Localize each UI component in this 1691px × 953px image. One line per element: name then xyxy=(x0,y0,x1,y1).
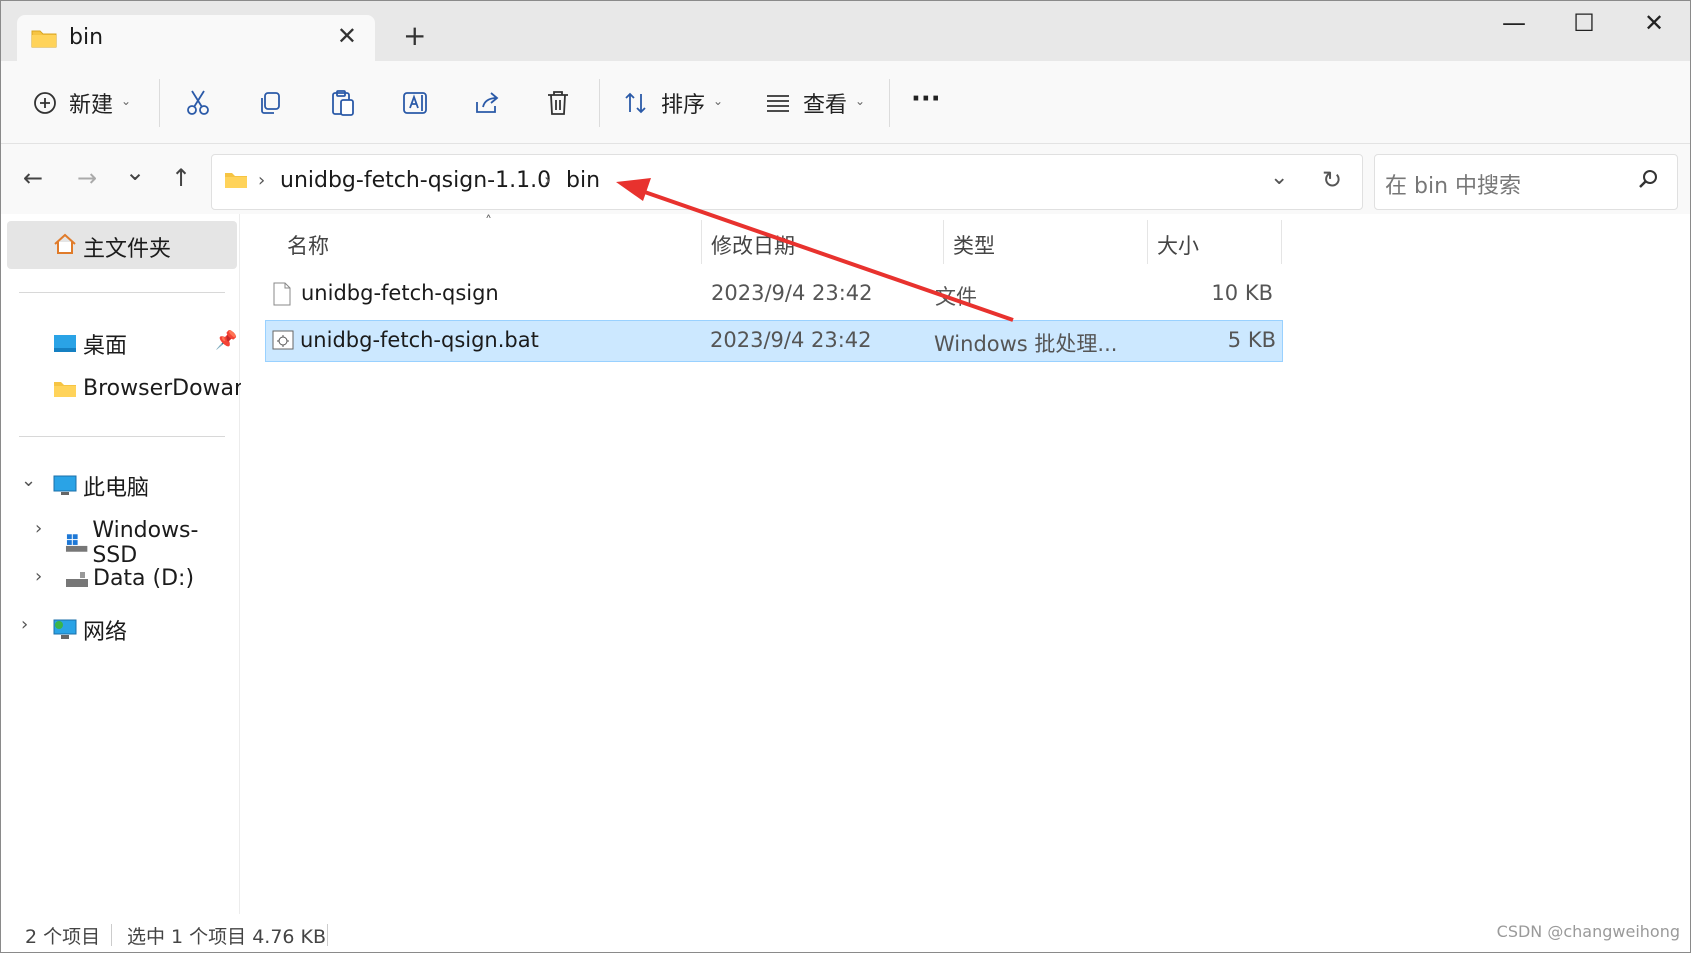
status-bar: 2 个项目 选中 1 个项目 4.76 KB CSDN @changweihon… xyxy=(1,914,1690,952)
explorer-window: bin ✕ + — ☐ ✕ 新建 ⌄ 排序 ⌄ 查看 ⌄ ··· ← → ⌄ ↑… xyxy=(0,0,1691,953)
watermark: CSDN @changweihong xyxy=(1496,922,1680,941)
status-divider xyxy=(327,924,328,946)
status-divider xyxy=(111,924,112,946)
selection-info: 选中 1 个项目 4.76 KB xyxy=(127,926,327,948)
item-count: 2 个项目 xyxy=(25,926,101,948)
annotation-arrow xyxy=(616,178,1014,322)
